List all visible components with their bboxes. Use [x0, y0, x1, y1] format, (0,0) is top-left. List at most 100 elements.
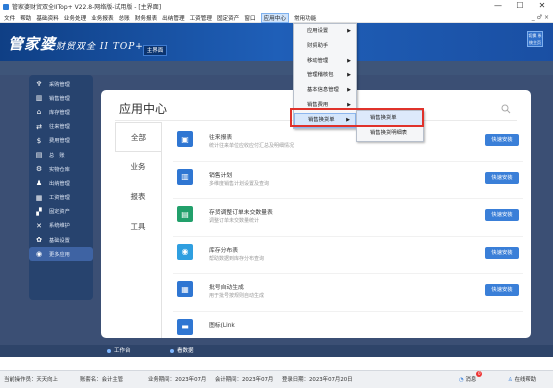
app-description: 帮助数据到库存分布查询	[209, 255, 265, 262]
chat-icon: ◔	[459, 377, 464, 383]
menu-item-label: 移动管理	[307, 57, 329, 64]
quick-install-button[interactable]: 快速安装	[485, 246, 519, 259]
chart-icon: ▥	[35, 94, 43, 103]
menu-file[interactable]: 文件	[4, 14, 15, 22]
status-business-period: 业务期间：2023年07月	[148, 377, 207, 383]
online-help-button[interactable]: ♙ 在线帮助	[508, 371, 536, 388]
message-count-badge: 0	[476, 371, 483, 377]
quick-install-button[interactable]: 快速安装	[485, 209, 519, 221]
app-name[interactable]: 库存分布表	[209, 245, 238, 254]
menu-ledger[interactable]: 总账	[119, 14, 130, 22]
menu-item-label: 基本信息管理	[307, 87, 339, 94]
print-icon: ▦	[177, 281, 193, 297]
menu-window[interactable]: 窗口	[244, 14, 255, 22]
app-description: 统计往来单位应收应付汇总及明细情况	[209, 143, 295, 149]
maximize-button[interactable]: ☐	[509, 0, 531, 13]
sidebar-item-warehouse[interactable]: ⚙ 实物仓库	[29, 162, 93, 176]
status-account-period: 会计期间：2023年07月	[215, 377, 274, 383]
sidebar-item-purchase[interactable]: ♆ 采购管理	[29, 77, 93, 91]
list-item: ▣ 往来报表 统计往来单位应收应付汇总及明细情况 快速安装	[173, 124, 523, 162]
menu-app-center[interactable]: 应用中心	[260, 12, 289, 23]
tab-tools[interactable]: 工具	[115, 212, 161, 242]
menu-item-assistant[interactable]: 财贸助手	[294, 39, 356, 54]
highlight-annotation	[290, 108, 424, 127]
exchange-icon: ⇄	[36, 122, 42, 131]
bar-chart-icon: ▥	[177, 168, 193, 185]
sidebar-item-system[interactable]: ✕ 系统维护	[29, 219, 93, 233]
sidebar-item-inventory[interactable]: ⌂ 库存管理	[29, 105, 93, 119]
mdi-window-controls[interactable]: _ ♂ ×	[532, 13, 549, 23]
sidebar-item-label: 基础设置	[49, 237, 70, 244]
sidebar-item-basic-settings[interactable]: ✿ 基础设置	[29, 233, 93, 247]
title-bar: 管家婆财贸双全IITop+ V22.8-网络版-试用版 - [主界面] — ☐ …	[0, 0, 553, 13]
sidebar-item-accounts[interactable]: ⇄ 往来管理	[29, 120, 93, 134]
sidebar-item-label: 总 账	[49, 152, 65, 159]
minimize-button[interactable]: —	[487, 0, 509, 13]
sidebar-item-expenses[interactable]: $ 费用管理	[29, 134, 93, 148]
menu-item-mobile[interactable]: 移动管理 ▶	[294, 54, 356, 69]
table-icon: ▦	[35, 193, 43, 202]
submenu-item-exchange-detail[interactable]: 销售换货明细表	[357, 126, 423, 141]
quick-install-button[interactable]: 快速安装	[485, 171, 519, 184]
category-tabs: 全部 业务 报表 工具	[115, 122, 161, 338]
tab-home[interactable]: 主界面	[143, 45, 167, 56]
nav-view-data[interactable]: 看数据	[170, 345, 194, 357]
app-name[interactable]: 批号自动生成	[209, 282, 244, 291]
close-button[interactable]: ✕	[531, 0, 553, 13]
sidebar-item-label: 费用管理	[49, 138, 70, 145]
tools-icon: ✕	[36, 221, 42, 230]
menu-item-basic-info[interactable]: 基本信息管理 ▶	[294, 83, 356, 98]
workbench-icon	[107, 348, 111, 353]
menu-basic-data[interactable]: 基础资料	[36, 14, 58, 22]
list-item: ▬ 图标(Link	[173, 312, 523, 339]
sidebar-item-label: 系统维护	[49, 223, 70, 230]
menu-item-app-settings[interactable]: 应用设置 ▶	[294, 24, 356, 39]
menu-cashier[interactable]: 出纳管理	[162, 14, 184, 22]
sidebar-item-payroll[interactable]: ▦ 工资管理	[29, 191, 93, 205]
page-title: 应用中心	[119, 102, 168, 116]
sidebar-item-label: 工资管理	[49, 195, 70, 202]
report-icon: ▣	[177, 131, 193, 147]
status-company: 账套名：会计主管	[80, 377, 124, 383]
nav-workbench[interactable]: 工作台	[107, 345, 131, 357]
sidebar-item-label: 采购管理	[49, 81, 70, 88]
switch-home-button[interactable]: 切换 系统主页	[527, 31, 543, 47]
tab-business[interactable]: 业务	[115, 152, 161, 182]
sidebar-item-more-apps[interactable]: ◉ 更多应用	[29, 247, 93, 262]
menu-fixed-assets[interactable]: 固定资产	[217, 14, 239, 22]
chevron-right-icon: ▶	[347, 72, 351, 79]
help-label: 在线帮助	[514, 377, 537, 383]
menu-common-functions[interactable]: 常用功能	[294, 14, 316, 22]
chevron-right-icon: ▶	[347, 57, 351, 64]
app-name[interactable]: 图标(Link	[209, 320, 235, 329]
app-name[interactable]: 存货调整订单未交数量表	[209, 207, 273, 216]
status-bar: 当前操作员：天天向上 账套名：会计主管 业务期间：2023年07月 会计期间：2…	[0, 370, 553, 388]
sidebar-item-label: 固定资产	[49, 209, 70, 216]
tabs-divider	[161, 122, 162, 338]
tab-all[interactable]: 全部	[115, 122, 161, 152]
app-description: 调整订单未交数量统计	[209, 218, 260, 224]
sidebar-item-sales[interactable]: ▥ 销售管理	[29, 91, 93, 105]
menu-business-report[interactable]: 业务报表	[91, 14, 113, 22]
menu-finance-report[interactable]: 财务报表	[135, 14, 157, 22]
quick-install-button[interactable]: 快速安装	[485, 134, 519, 146]
sidebar-item-ledger[interactable]: ▤ 总 账	[29, 148, 93, 162]
menu-bar: 文件 帮助 基础资料 业务处理 业务报表 总账 财务报表 出纳管理 工资管理 固…	[0, 12, 553, 23]
menu-business[interactable]: 业务处理	[64, 14, 86, 22]
sidebar-item-cashier[interactable]: ♟ 出纳管理	[29, 176, 93, 190]
chevron-right-icon: ▶	[347, 87, 351, 94]
menu-item-audit-pack[interactable]: 管理稽核包 ▶	[294, 68, 356, 83]
quick-install-button[interactable]: 快速安装	[485, 284, 519, 296]
messages-button[interactable]: ◔ 消息0	[459, 371, 483, 388]
app-name[interactable]: 往来报表	[209, 132, 232, 141]
menu-payroll[interactable]: 工资管理	[190, 14, 212, 22]
tab-reports[interactable]: 报表	[115, 182, 161, 212]
search-icon[interactable]	[501, 104, 511, 114]
menu-item-label: 财贸助手	[307, 42, 329, 49]
sidebar-item-label: 库存管理	[49, 109, 70, 116]
menu-help[interactable]: 帮助	[20, 14, 31, 22]
app-name[interactable]: 销售计划	[209, 170, 232, 179]
menu-item-label: 应用设置	[307, 28, 329, 34]
sidebar-item-fixed-assets[interactable]: ▞ 固定资产	[29, 205, 93, 219]
location-icon: ◉	[177, 243, 193, 260]
